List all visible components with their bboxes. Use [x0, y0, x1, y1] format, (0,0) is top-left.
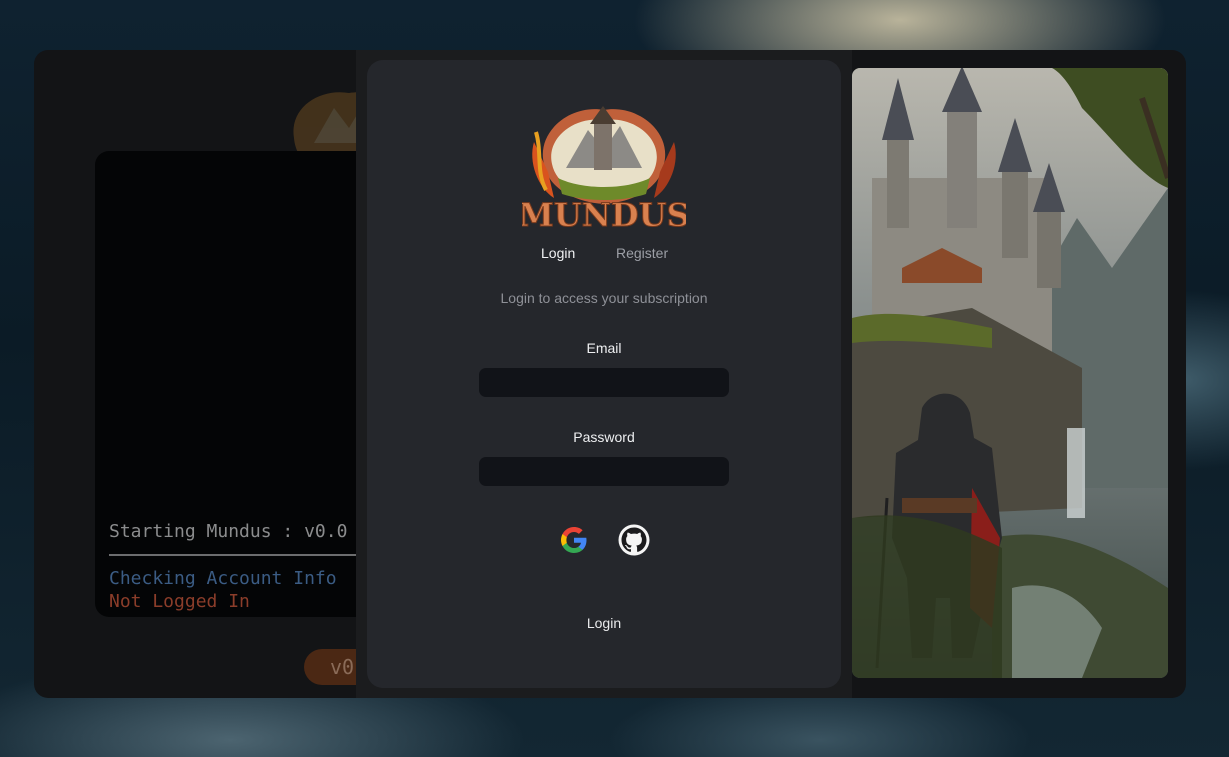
console-line-status: Not Logged In: [109, 591, 250, 612]
console-line-checking: Checking Account Info: [109, 568, 337, 589]
email-field[interactable]: [479, 368, 729, 397]
console-line-starting: Starting Mundus : v0.0: [109, 521, 348, 542]
castle-artwork: [852, 68, 1168, 678]
github-login-button[interactable]: [618, 524, 650, 556]
login-modal-overlay: MUNDUS Login Register Login to access yo…: [356, 50, 852, 698]
auth-tabs: Login Register: [367, 245, 841, 267]
google-login-button[interactable]: [558, 524, 590, 556]
login-subtitle: Login to access your subscription: [500, 290, 708, 306]
console-output: Starting Mundus : v0.0 Checking Account …: [95, 151, 395, 617]
logo-wordmark: MUNDUS: [522, 196, 686, 232]
password-field[interactable]: [479, 457, 729, 486]
tab-login[interactable]: Login: [541, 245, 575, 261]
tab-register[interactable]: Register: [616, 245, 668, 261]
email-label: Email: [586, 340, 622, 356]
login-card: MUNDUS Login Register Login to access yo…: [367, 60, 841, 688]
password-label: Password: [573, 429, 635, 445]
login-submit-button[interactable]: Login: [554, 608, 654, 638]
google-icon: [561, 527, 587, 553]
mundus-logo: MUNDUS: [522, 106, 686, 232]
app-window: MUN Starting Mundus : v0.0 Checking Acco…: [34, 50, 1186, 698]
github-icon: [618, 524, 650, 556]
console-divider: [109, 554, 389, 556]
